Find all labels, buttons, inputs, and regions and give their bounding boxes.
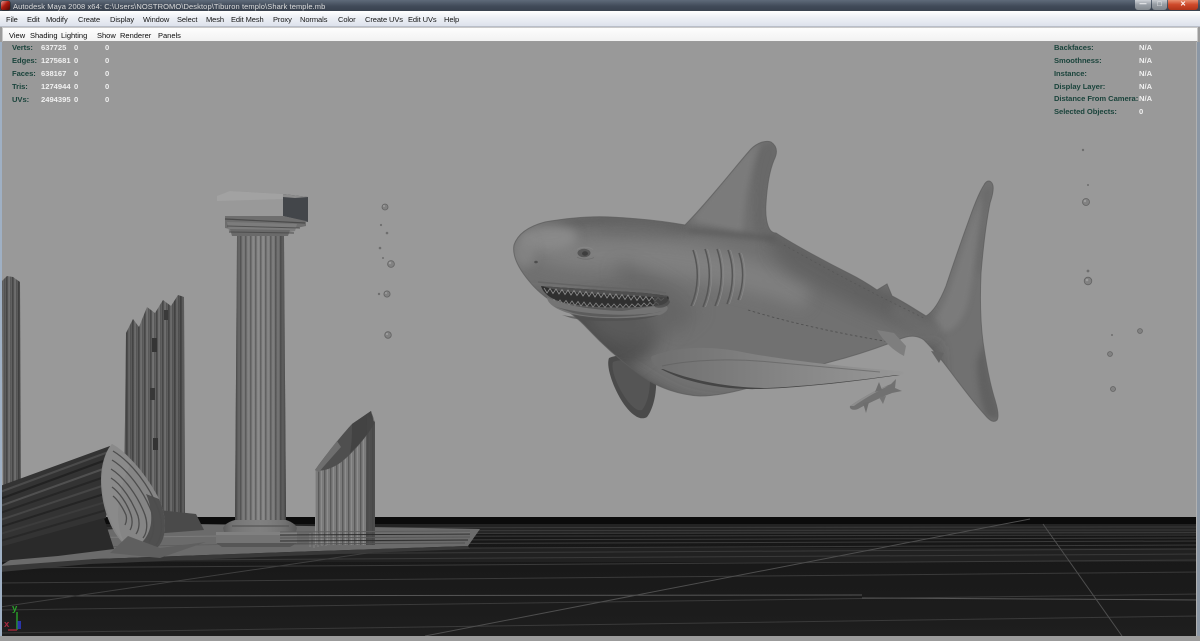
svg-text:y: y — [12, 603, 18, 614]
svg-text:x: x — [4, 619, 10, 630]
